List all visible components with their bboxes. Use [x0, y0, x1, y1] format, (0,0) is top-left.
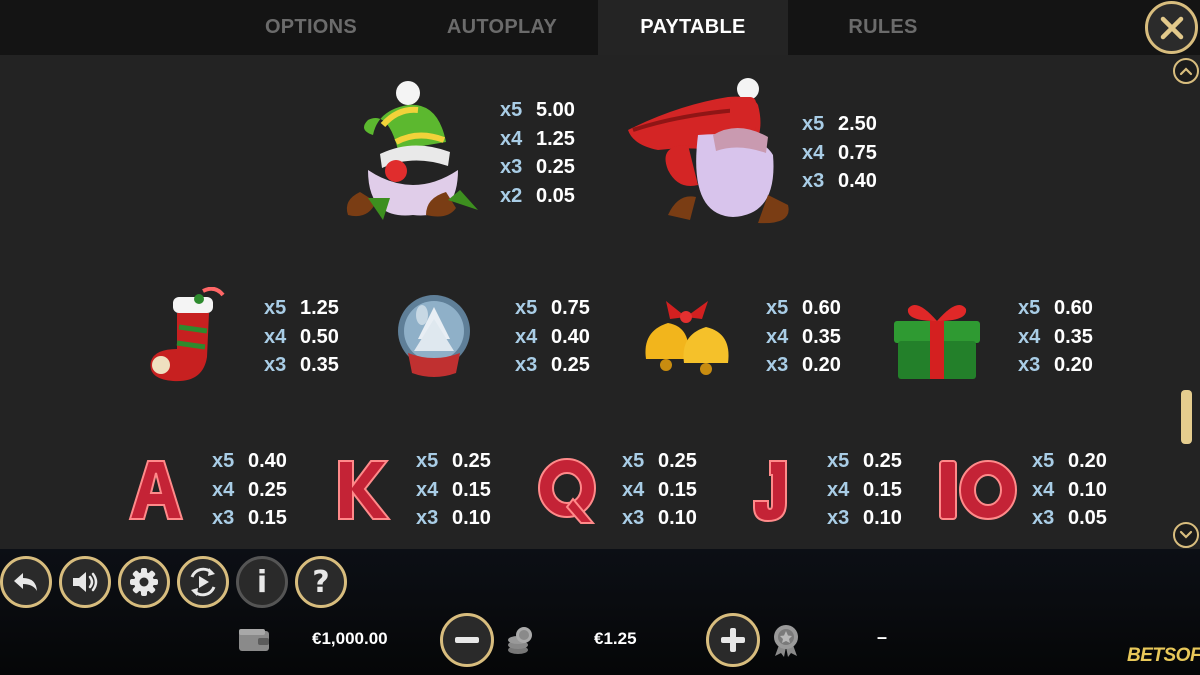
plus-icon [721, 628, 745, 652]
close-icon [1160, 16, 1183, 39]
tab-options[interactable]: OPTIONS [216, 0, 406, 55]
red-hat-gnome-icon [628, 78, 789, 224]
pays-green-gnome: x5 5.00 x4 1.25 x3 0.25 x2 0.05 [500, 99, 575, 207]
scrollbar-thumb[interactable] [1181, 390, 1192, 444]
balance-value: €1,000.00 [312, 629, 388, 648]
letter-q-icon [538, 457, 596, 524]
pays-snow-globe: x5 0.75 x4 0.40 x3 0.25 [515, 297, 590, 376]
gear-icon [130, 568, 158, 596]
paytable-panel: x5 5.00 x4 1.25 x3 0.25 x2 0.05 x5 2.50 x4 0.7… [0, 55, 1200, 549]
increase-bet-button[interactable] [706, 613, 760, 667]
pays-gift: x5 0.60 x4 0.35 x3 0.20 [1018, 297, 1093, 376]
pays-ten: x5 0.20 x4 0.10 x3 0.05 [1032, 450, 1107, 529]
green-hat-gnome-icon [346, 81, 478, 220]
scroll-up-button[interactable] [1173, 58, 1199, 84]
pays-k: x5 0.25 x4 0.15 x3 0.10 [416, 450, 491, 529]
info-button[interactable]: i [236, 556, 288, 608]
win-value: – [877, 627, 888, 647]
chevron-up-icon [1179, 67, 1193, 76]
pays-q: x5 0.25 x4 0.15 x3 0.10 [622, 450, 697, 529]
settings-button[interactable] [118, 556, 170, 608]
minus-icon [455, 637, 479, 643]
christmas-stocking-icon [150, 287, 225, 382]
chevron-down-icon [1179, 530, 1193, 539]
snow-globe-icon [398, 295, 470, 377]
bottom-bar: i ? €1,000.00 €1.25 – BETSOFT [0, 549, 1200, 675]
pays-bells: x5 0.60 x4 0.35 x3 0.20 [766, 297, 841, 376]
autoplay-cycle-icon [190, 567, 216, 597]
scroll-down-button[interactable] [1173, 522, 1199, 548]
tab-paytable[interactable]: PAYTABLE [598, 0, 788, 55]
tab-rules[interactable]: RULES [788, 0, 978, 55]
pays-red-gnome: x5 2.50 x4 0.75 x3 0.40 [802, 113, 877, 192]
gift-box-icon [894, 305, 980, 379]
tab-autoplay[interactable]: AUTOPLAY [407, 0, 597, 55]
tab-bar: OPTIONS AUTOPLAY PAYTABLE RULES [0, 0, 1200, 55]
pays-a: x5 0.40 x4 0.25 x3 0.15 [212, 450, 287, 529]
bells-icon [645, 301, 729, 375]
back-button[interactable] [0, 556, 52, 608]
sound-button[interactable] [59, 556, 111, 608]
bet-value: €1.25 [594, 629, 637, 648]
pays-j: x5 0.25 x4 0.15 x3 0.10 [827, 450, 902, 529]
coin-stack-icon [508, 627, 532, 654]
close-button[interactable] [1145, 1, 1198, 54]
letter-j-icon [753, 460, 787, 523]
decrease-bet-button[interactable] [440, 613, 494, 667]
pays-stocking: x5 1.25 x4 0.50 x3 0.35 [264, 297, 339, 376]
wallet-icon [239, 629, 269, 651]
autoplay-button[interactable] [177, 556, 229, 608]
letter-a-icon [128, 460, 184, 520]
info-icon: i [256, 564, 268, 600]
help-button[interactable]: ? [295, 556, 347, 608]
speaker-icon [73, 572, 98, 592]
help-icon: ? [312, 564, 330, 600]
back-arrow-icon [14, 573, 37, 591]
award-badge-icon [774, 625, 798, 657]
letter-k-icon [338, 460, 391, 520]
ten-icon [939, 459, 1017, 521]
brand-logo: BETSOFT [1127, 645, 1200, 666]
